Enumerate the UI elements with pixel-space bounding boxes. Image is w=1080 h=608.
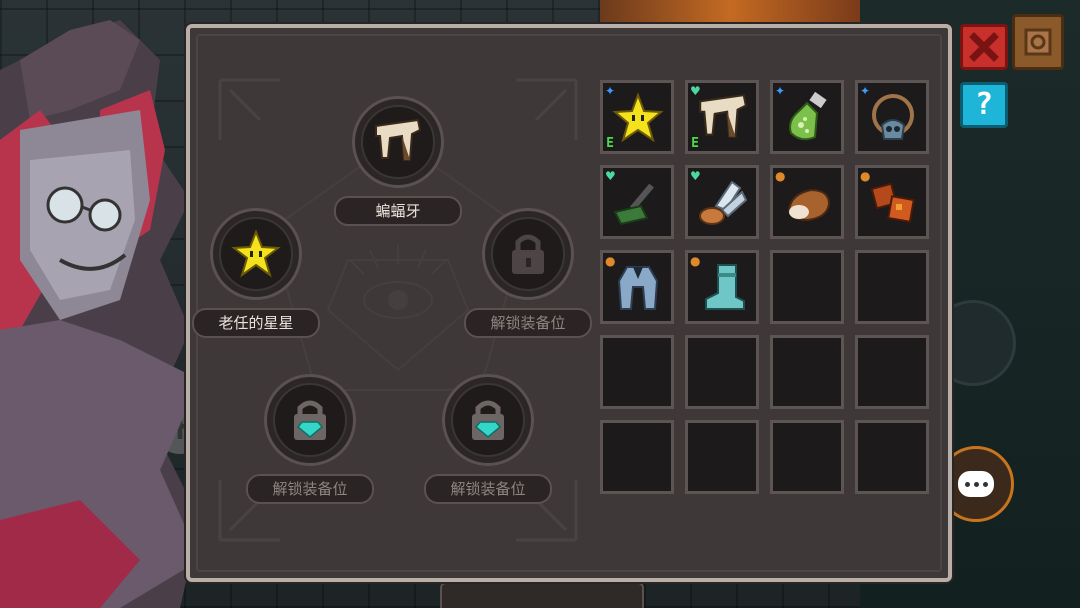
- inventory-cell-empty[interactable]: [855, 250, 929, 324]
- inventory-cell-bat-fang[interactable]: ♥ E: [685, 80, 759, 154]
- inventory-cell-empty[interactable]: [855, 335, 929, 409]
- inventory-cell-empty[interactable]: [770, 335, 844, 409]
- inventory-cell-empty[interactable]: [600, 420, 674, 494]
- inventory-cell-empty[interactable]: [770, 250, 844, 324]
- equipped-marker: E: [688, 137, 702, 151]
- equip-slot-bottom-left[interactable]: [264, 374, 356, 466]
- hammer-icon: [613, 183, 654, 226]
- inventory-cell-boots[interactable]: ●: [685, 250, 759, 324]
- bat-fang-icon: [375, 118, 422, 161]
- chat-bubble-icon: [958, 471, 994, 497]
- armor-icon: [617, 266, 659, 310]
- inventory-cell-empty[interactable]: [600, 335, 674, 409]
- star-icon: [231, 229, 281, 278]
- equip-slot-inner: [361, 105, 435, 179]
- equip-slot-top-label: 蝙蝠牙: [334, 196, 462, 226]
- inventory-cell-empty[interactable]: [855, 420, 929, 494]
- gem-lock-icon: [472, 400, 504, 440]
- equip-slot-bottom-left-label: 解锁装备位: [246, 474, 374, 504]
- close-button[interactable]: [960, 24, 1008, 70]
- star-icon: [612, 92, 664, 143]
- equip-slot-top[interactable]: [352, 96, 444, 188]
- skull-necklace-icon: [872, 94, 914, 140]
- bat-fang-icon: [699, 93, 748, 138]
- inventory-cell-potion-bottle[interactable]: ✦: [770, 80, 844, 154]
- equip-slot-bottom-right[interactable]: [442, 374, 534, 466]
- equipped-marker: E: [603, 137, 617, 151]
- inventory-cell-star[interactable]: ✦ E: [600, 80, 674, 154]
- inventory-cell-bread[interactable]: ●: [770, 165, 844, 239]
- inventory-cell-skull-necklace[interactable]: ✦: [855, 80, 929, 154]
- help-button[interactable]: ?: [960, 82, 1008, 128]
- equip-slot-inner: [491, 217, 565, 291]
- lock-icon: [512, 234, 544, 274]
- inventory-cell-empty[interactable]: [770, 420, 844, 494]
- inventory-cell-empty[interactable]: [685, 420, 759, 494]
- inventory-cell-empty[interactable]: [685, 335, 759, 409]
- wings-icon: [699, 180, 748, 225]
- equip-slot-inner: [273, 383, 347, 457]
- equip-slot-inner: [451, 383, 525, 457]
- meat-icon: [870, 182, 915, 223]
- potion-bottle-icon: [789, 91, 827, 141]
- inventory-cell-green-hammer[interactable]: ♥: [600, 165, 674, 239]
- equip-slot-right-label: 解锁装备位: [464, 308, 592, 338]
- inventory-grid: ✦ E ♥ E ✦ ✦ ♥ ♥ ● ● ● ●: [600, 80, 932, 494]
- bread-icon: [787, 188, 831, 222]
- bottom-action-button[interactable]: [440, 582, 644, 608]
- journal-button[interactable]: [1012, 14, 1064, 70]
- equip-slot-left[interactable]: [210, 208, 302, 300]
- book-icon: [1024, 28, 1052, 56]
- boots-icon: [705, 264, 745, 310]
- equip-slot-left-label: 老任的星星: [192, 308, 320, 338]
- inventory-cell-iron-armor[interactable]: ●: [600, 250, 674, 324]
- inventory-cell-meat-chunks[interactable]: ●: [855, 165, 929, 239]
- gem-lock-icon: [294, 400, 326, 440]
- equip-slot-right[interactable]: [482, 208, 574, 300]
- torch-glow: [600, 0, 860, 24]
- equip-slot-bottom-right-label: 解锁装备位: [424, 474, 552, 504]
- equip-slot-inner: [219, 217, 293, 291]
- close-icon: [969, 32, 999, 62]
- inventory-cell-wings-scroll[interactable]: ♥: [685, 165, 759, 239]
